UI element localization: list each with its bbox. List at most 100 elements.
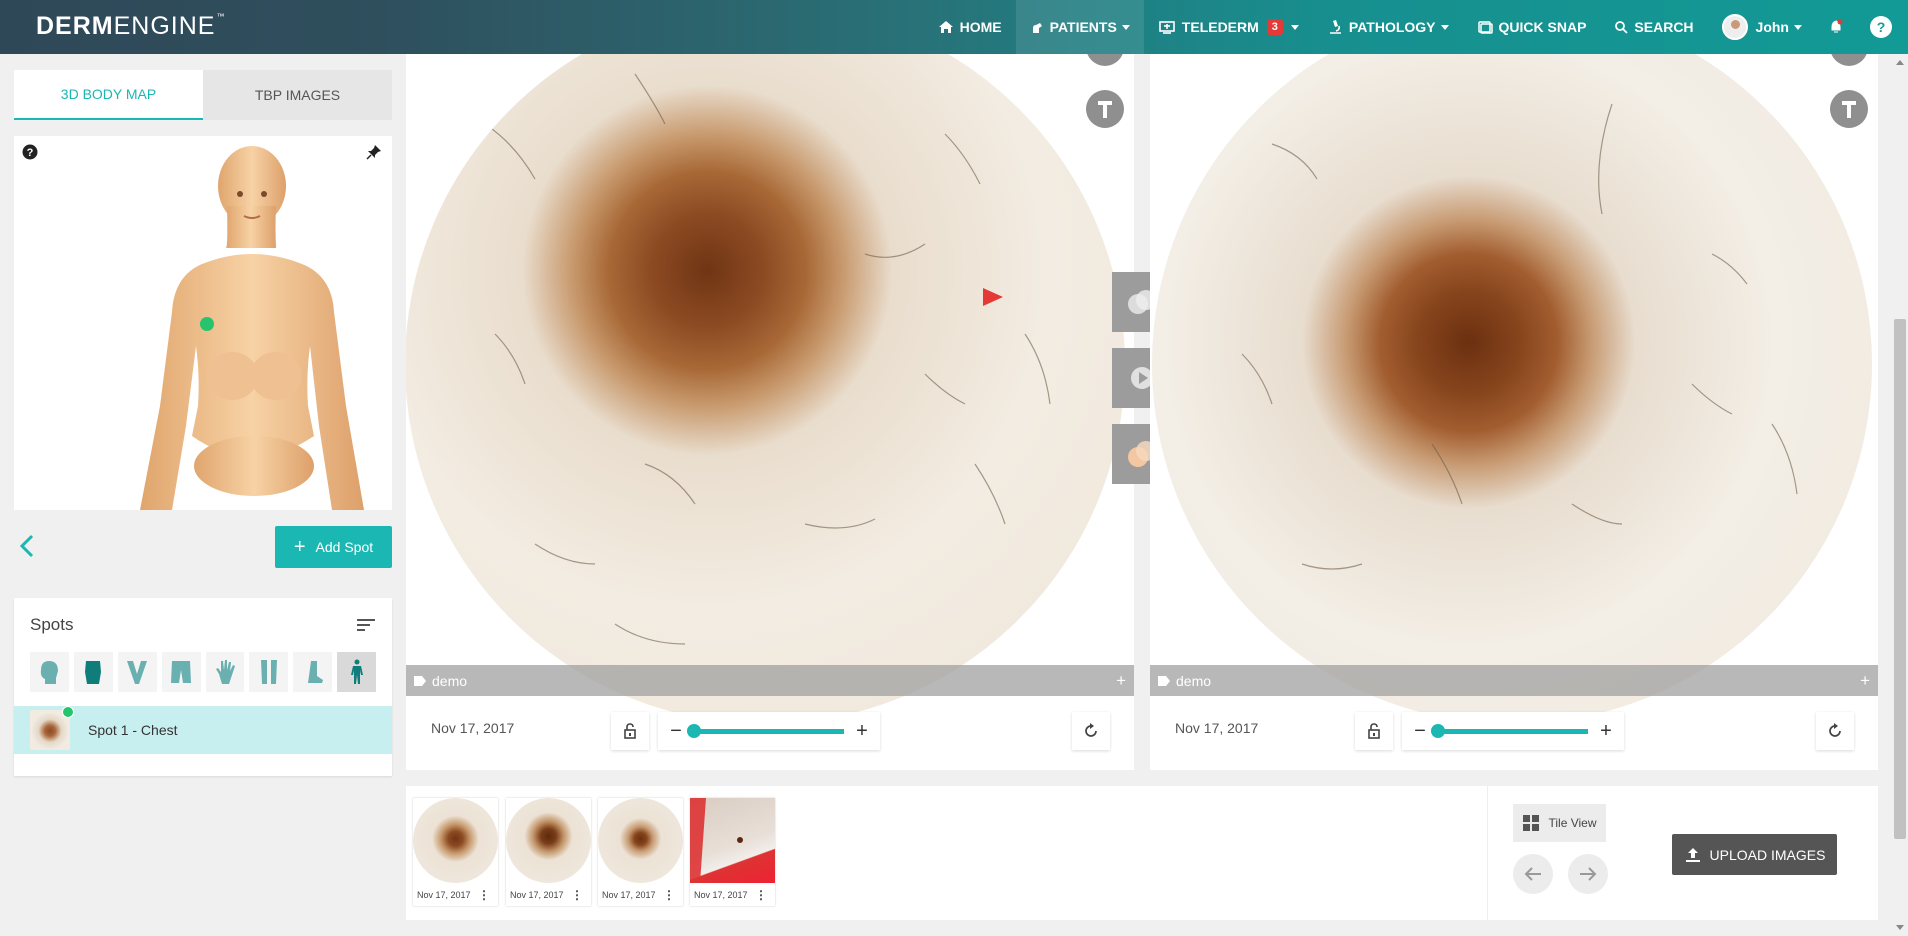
filter-hands[interactable] bbox=[205, 652, 245, 692]
rotate-button[interactable] bbox=[1816, 712, 1854, 750]
nav-notifications[interactable] bbox=[1816, 0, 1862, 54]
nav-help[interactable]: ? bbox=[1862, 0, 1908, 54]
zoom-control: − + bbox=[658, 712, 880, 750]
svg-text:?: ? bbox=[27, 147, 34, 159]
zoom-in-button[interactable]: + bbox=[1596, 720, 1616, 743]
arrow-right-icon bbox=[1580, 867, 1597, 881]
zoom-slider[interactable] bbox=[1431, 723, 1588, 738]
zoom-out-button[interactable]: − bbox=[666, 720, 686, 743]
viewer-controls: Nov 17, 2017 − + bbox=[1150, 696, 1878, 770]
lock-button[interactable] bbox=[1355, 712, 1393, 750]
dermoscopy-image-right[interactable] bbox=[1152, 54, 1872, 724]
nav-pathology-label: PATHOLOGY bbox=[1348, 19, 1436, 35]
more-options-icon[interactable]: ⋮ bbox=[663, 888, 675, 902]
image-date: Nov 17, 2017 bbox=[431, 720, 515, 736]
image-viewer-right: demo + Nov 17, 2017 − + bbox=[1150, 54, 1878, 770]
more-options-icon[interactable]: ⋮ bbox=[478, 888, 490, 902]
sort-icon[interactable] bbox=[356, 618, 376, 632]
left-tabs: 3D BODY MAP TBP IMAGES bbox=[14, 70, 392, 120]
filter-arms[interactable] bbox=[117, 652, 157, 692]
nav-telederm-label: TELEDERM bbox=[1181, 19, 1259, 35]
next-button[interactable] bbox=[1568, 854, 1608, 894]
upload-images-label: UPLOAD IMAGES bbox=[1709, 846, 1826, 863]
lock-icon bbox=[624, 723, 636, 739]
nav-patients-label: PATIENTS bbox=[1049, 19, 1117, 35]
zoom-control: − + bbox=[1402, 712, 1624, 750]
logo-tm: ™ bbox=[216, 12, 226, 21]
scrollbar-thumb[interactable] bbox=[1894, 319, 1906, 839]
plus-icon: + bbox=[293, 536, 306, 558]
nav-telederm[interactable]: TELEDERM 3 bbox=[1144, 0, 1313, 54]
chevron-down-icon bbox=[1290, 24, 1299, 30]
tile-view-button[interactable]: Tile View bbox=[1513, 804, 1606, 842]
zoom-out-button[interactable]: − bbox=[1410, 720, 1430, 743]
rotate-icon bbox=[1829, 723, 1841, 737]
image-thumbnail[interactable]: Nov 17, 2017 ⋮ bbox=[413, 798, 498, 906]
zoom-slider[interactable] bbox=[687, 723, 844, 738]
tab-tbp-images[interactable]: TBP IMAGES bbox=[203, 70, 392, 120]
image-thumbnail[interactable]: Nov 17, 2017 ⋮ bbox=[598, 798, 683, 906]
nav-home[interactable]: HOME bbox=[924, 0, 1016, 54]
zoom-slider-knob[interactable] bbox=[687, 723, 701, 738]
filter-legs[interactable] bbox=[161, 652, 201, 692]
scroll-down-arrow[interactable] bbox=[1896, 925, 1904, 930]
scroll-up-arrow[interactable] bbox=[1896, 60, 1904, 65]
bell-icon bbox=[1831, 19, 1843, 33]
measure-tool-button[interactable] bbox=[1086, 90, 1124, 128]
filter-lower-legs[interactable] bbox=[249, 652, 289, 692]
grid-icon bbox=[1523, 815, 1540, 831]
filter-head[interactable] bbox=[30, 652, 69, 692]
zoom-in-button[interactable]: + bbox=[852, 720, 872, 743]
filter-torso[interactable] bbox=[73, 652, 113, 692]
add-tag-button[interactable]: + bbox=[1116, 671, 1126, 691]
annotation-marker-icon[interactable] bbox=[981, 286, 1005, 308]
pin-icon[interactable] bbox=[366, 144, 382, 160]
add-tag-button[interactable]: + bbox=[1860, 671, 1870, 691]
nav-quick-snap[interactable]: QUICK SNAP bbox=[1463, 0, 1601, 54]
image-thumbnail[interactable]: Nov 17, 2017 ⋮ bbox=[506, 798, 591, 906]
zoom-slider-fill bbox=[694, 728, 844, 734]
thumbnail-image bbox=[690, 798, 775, 883]
spots-title: Spots bbox=[30, 615, 74, 634]
tab-3d-body-map[interactable]: 3D BODY MAP bbox=[14, 70, 203, 120]
dermoscopy-image-left[interactable] bbox=[406, 54, 1125, 724]
image-viewer-left: demo + Nov 17, 2017 − + bbox=[406, 54, 1134, 770]
top-navbar: DERMENGINE™ HOME PATIENTS TELEDERM 3 PAT… bbox=[0, 0, 1908, 54]
upload-images-button[interactable]: UPLOAD IMAGES bbox=[1672, 834, 1837, 875]
nav-quick-snap-label: QUICK SNAP bbox=[1498, 19, 1587, 35]
chevron-down-icon bbox=[1794, 24, 1802, 30]
previous-button[interactable] bbox=[1513, 854, 1553, 894]
more-options-icon[interactable]: ⋮ bbox=[755, 888, 767, 902]
image-icon bbox=[1841, 54, 1857, 55]
filter-full-body[interactable] bbox=[337, 652, 376, 692]
lock-button[interactable] bbox=[611, 712, 649, 750]
nav-search[interactable]: SEARCH bbox=[1600, 0, 1707, 54]
spot-list-item[interactable]: Spot 1 - Chest bbox=[14, 706, 392, 754]
viewer-controls: Nov 17, 2017 − + bbox=[406, 696, 1134, 770]
foot-icon bbox=[307, 661, 323, 683]
chevron-left-icon[interactable] bbox=[18, 532, 38, 560]
body-map-3d[interactable]: ? bbox=[14, 136, 392, 510]
more-options-icon[interactable]: ⋮ bbox=[571, 888, 583, 902]
torso-icon bbox=[85, 661, 102, 684]
nav-patients[interactable]: PATIENTS bbox=[1015, 0, 1144, 54]
page-scrollbar[interactable] bbox=[1892, 54, 1908, 936]
question-icon[interactable]: ? bbox=[22, 144, 38, 160]
measure-tool-button[interactable] bbox=[1830, 90, 1868, 128]
body-part-filters bbox=[14, 652, 392, 692]
arrow-left-icon bbox=[1524, 867, 1541, 881]
spot-actions-bar: + Add Spot bbox=[14, 526, 392, 570]
strip-divider bbox=[1487, 786, 1488, 920]
lower-legs-icon bbox=[260, 660, 277, 684]
zoom-slider-knob[interactable] bbox=[1431, 723, 1445, 738]
add-spot-button[interactable]: + Add Spot bbox=[275, 526, 392, 568]
spot-marker bbox=[200, 317, 214, 331]
rotate-button[interactable] bbox=[1072, 712, 1110, 750]
microscope-icon bbox=[1329, 20, 1341, 34]
nav-search-label: SEARCH bbox=[1634, 19, 1694, 35]
filter-feet[interactable] bbox=[293, 652, 333, 692]
image-thumbnail[interactable]: Nov 17, 2017 ⋮ bbox=[690, 798, 775, 906]
dermengine-logo[interactable]: DERMENGINE™ bbox=[36, 12, 225, 41]
nav-user-menu[interactable]: John bbox=[1708, 0, 1816, 54]
nav-pathology[interactable]: PATHOLOGY bbox=[1313, 0, 1463, 54]
